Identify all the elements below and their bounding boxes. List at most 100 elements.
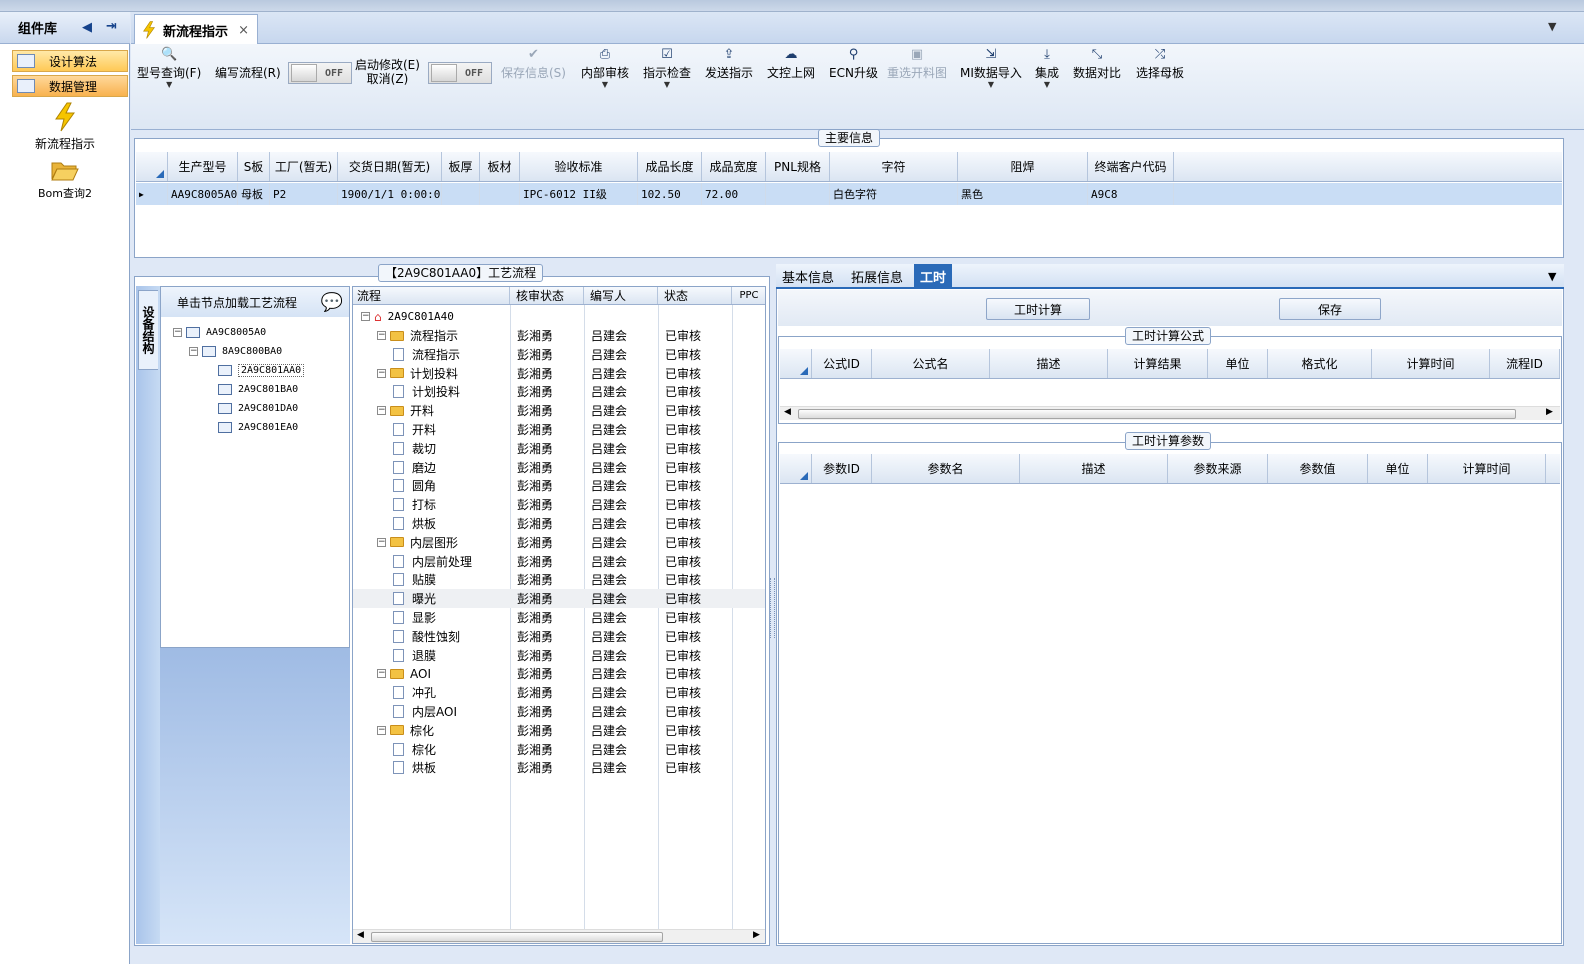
tree-node[interactable]: 计划投料	[393, 383, 460, 400]
collapse-icon[interactable]: −	[189, 347, 198, 356]
tree-row[interactable]: 曝光 彭湘勇 吕建会 已审核	[353, 589, 765, 609]
start-edit-button[interactable]: 启动修改(E) 取消(Z)	[355, 58, 420, 86]
tree-node[interactable]: 烘板	[393, 515, 436, 532]
nav-data-management[interactable]: 数据管理	[12, 75, 128, 97]
tree-row[interactable]: − 内层图形 彭湘勇 吕建会 已审核	[353, 533, 765, 552]
check-instruction-button[interactable]: ☑ 指示检查 ▼	[643, 46, 691, 89]
tab-extended-info[interactable]: 拓展信息	[845, 264, 909, 288]
tree-node[interactable]: 流程指示	[393, 346, 460, 363]
collapse-icon[interactable]: −	[377, 669, 386, 679]
cell[interactable]: 102.50	[638, 183, 702, 205]
col-header[interactable]: 状态	[658, 287, 732, 304]
tree-node[interactable]: − 开料	[377, 402, 434, 419]
tree-node[interactable]: 裁切	[393, 440, 436, 457]
tree-node[interactable]: 贴膜	[393, 571, 436, 588]
cell[interactable]: 母板	[238, 183, 270, 205]
structure-node[interactable]: 2A9C801AA0	[205, 361, 305, 380]
item-bom-query[interactable]: Bom查询2	[0, 158, 130, 201]
cell[interactable]: 72.00	[702, 183, 766, 205]
col-header[interactable]: 流程ID	[1490, 349, 1560, 378]
send-instruction-button[interactable]: ⇪ 发送指示	[705, 46, 753, 81]
col-header[interactable]: 交货日期(暂无)	[338, 152, 442, 181]
tab-new-flow[interactable]: 新流程指示 ×	[134, 14, 258, 45]
close-icon[interactable]: ×	[238, 23, 249, 38]
tree-row[interactable]: 磨边 彭湘勇 吕建会 已审核	[353, 458, 765, 477]
tree-node[interactable]: − 计划投料	[377, 365, 458, 382]
flow-h-scrollbar[interactable]: ◀ ▶	[353, 929, 765, 943]
tree-row[interactable]: 棕化 彭湘勇 吕建会 已审核	[353, 740, 765, 759]
cell[interactable]	[766, 183, 830, 205]
col-header[interactable]: PNL规格	[766, 152, 830, 181]
col-header[interactable]: 公式ID	[812, 349, 872, 378]
tree-node[interactable]: − 流程指示	[377, 327, 458, 344]
tree-row[interactable]: 退膜 彭湘勇 吕建会 已审核	[353, 646, 765, 665]
col-header[interactable]: 公式名	[872, 349, 990, 378]
collapse-icon[interactable]: −	[377, 537, 386, 547]
scroll-right-icon[interactable]: ▶	[1546, 407, 1553, 417]
scroll-right-icon[interactable]: ▶	[753, 930, 760, 940]
query-model-button[interactable]: 🔍 型号查询(F) ▼	[137, 46, 201, 89]
grid-corner[interactable]	[780, 349, 812, 378]
collapse-icon[interactable]: −	[377, 406, 386, 416]
start-edit-toggle[interactable]: OFF	[428, 62, 492, 84]
write-flow-button[interactable]: 编写流程(R)	[215, 64, 281, 81]
tree-row[interactable]: 烘板 彭湘勇 吕建会 已审核	[353, 758, 765, 777]
structure-node[interactable]: 2A9C801EA0	[205, 418, 298, 437]
col-header[interactable]: 成品宽度	[702, 152, 766, 181]
cell[interactable]: 黑色	[958, 183, 1088, 205]
tree-node[interactable]: 退膜	[393, 647, 436, 664]
tree-node[interactable]: 打标	[393, 496, 436, 513]
col-header[interactable]: 参数值	[1268, 454, 1368, 483]
tree-row[interactable]: 内层前处理 彭湘勇 吕建会 已审核	[353, 552, 765, 571]
vertical-splitter[interactable]	[770, 578, 775, 638]
structure-node[interactable]: − 8A9C800BA0	[189, 342, 282, 361]
col-header[interactable]: 终端客户代码	[1088, 152, 1174, 181]
data-compare-button[interactable]: ⤡ 数据对比	[1073, 46, 1121, 81]
collapse-icon[interactable]: −	[377, 368, 386, 378]
tree-row[interactable]: 贴膜 彭湘勇 吕建会 已审核	[353, 570, 765, 589]
tree-node[interactable]: 烘板	[393, 759, 436, 776]
tree-row[interactable]: 烘板 彭湘勇 吕建会 已审核	[353, 514, 765, 533]
tree-node[interactable]: 曝光	[393, 590, 436, 607]
cell[interactable]: 白色字符	[830, 183, 958, 205]
collapse-icon[interactable]: −	[361, 312, 370, 321]
nav-design-algorithm[interactable]: 设计算法	[12, 50, 128, 72]
col-header[interactable]: 编写人	[584, 287, 658, 304]
formula-h-scrollbar[interactable]: ◀ ▶	[780, 406, 1560, 420]
structure-node[interactable]: 2A9C801DA0	[205, 399, 298, 418]
pin-icon[interactable]: ⇥	[106, 19, 117, 34]
col-header[interactable]: 计算结果	[1108, 349, 1208, 378]
save-info-button[interactable]: ✔ 保存信息(S)	[501, 46, 566, 81]
cell[interactable]	[480, 183, 520, 205]
col-header[interactable]: PPC	[732, 287, 765, 304]
item-new-flow[interactable]: 新流程指示	[0, 102, 130, 152]
tree-node[interactable]: 冲孔	[393, 684, 436, 701]
tree-row[interactable]: − 棕化 彭湘勇 吕建会 已审核	[353, 721, 765, 740]
cell[interactable]: P2	[270, 183, 338, 205]
col-header[interactable]: 验收标准	[520, 152, 638, 181]
cell[interactable]: IPC-6012 II级	[520, 183, 638, 205]
tree-row[interactable]: 开料 彭湘勇 吕建会 已审核	[353, 420, 765, 439]
col-header[interactable]: 单位	[1368, 454, 1428, 483]
tree-row[interactable]: 显影 彭湘勇 吕建会 已审核	[353, 608, 765, 627]
col-header[interactable]: 字符	[830, 152, 958, 181]
tree-row[interactable]: 冲孔 彭湘勇 吕建会 已审核	[353, 683, 765, 702]
table-row[interactable]: ▶ AA9C8005A0 母板 P2 1900/1/1 0:00:00 IPC-…	[136, 183, 1562, 205]
col-header[interactable]: 流程	[353, 287, 510, 304]
cell[interactable]: 1900/1/1 0:00:00	[338, 183, 442, 205]
collapse-icon[interactable]: −	[173, 328, 182, 337]
scroll-thumb[interactable]	[798, 409, 1516, 419]
tab-dropdown-icon[interactable]: ▼	[1548, 270, 1556, 283]
tree-row[interactable]: − 流程指示 彭湘勇 吕建会 已审核	[353, 326, 765, 345]
col-header[interactable]: 计算时间	[1428, 454, 1546, 483]
col-header[interactable]: 参数ID	[812, 454, 872, 483]
tree-node[interactable]: 内层AOI	[393, 703, 457, 720]
tab-basic-info[interactable]: 基本信息	[776, 264, 840, 288]
tree-row[interactable]: 圆角 彭湘勇 吕建会 已审核	[353, 476, 765, 495]
tree-node[interactable]: 内层前处理	[393, 553, 472, 570]
col-header[interactable]: 生产型号	[168, 152, 238, 181]
tab-work-hours[interactable]: 工时	[914, 264, 953, 288]
tree-node[interactable]: 磨边	[393, 459, 436, 476]
tree-row[interactable]: − AOI 彭湘勇 吕建会 已审核	[353, 664, 765, 683]
structure-node[interactable]: 2A9C801BA0	[205, 380, 298, 399]
